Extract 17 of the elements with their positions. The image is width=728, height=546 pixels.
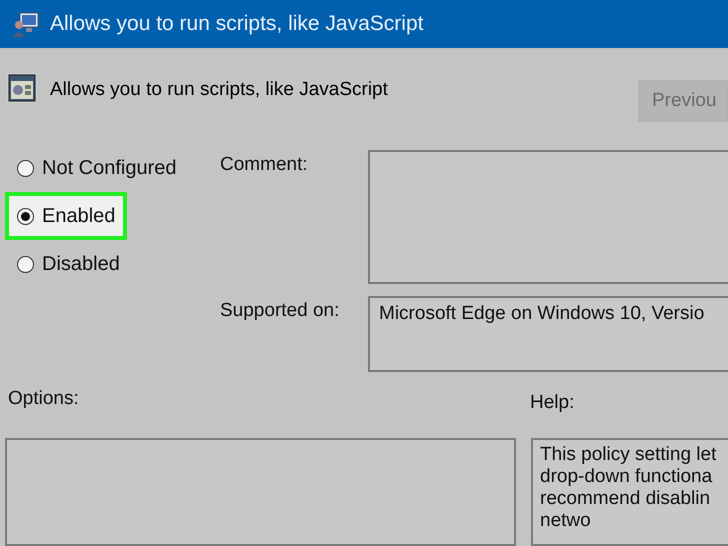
help-label: Help: xyxy=(530,391,574,414)
radio-option[interactable]: Not Configured xyxy=(5,144,189,192)
policy-title: Allows you to run scripts, like JavaScript xyxy=(50,79,389,101)
supported-on-label: Supported on: xyxy=(220,299,340,322)
comment-field[interactable] xyxy=(368,150,728,284)
comment-label: Comment: xyxy=(220,153,309,176)
computer-user-icon xyxy=(12,11,40,37)
supported-on-field: Microsoft Edge on Windows 10, Versio xyxy=(368,296,728,372)
radio-button-icon[interactable] xyxy=(17,256,34,272)
options-label: Options: xyxy=(8,387,79,409)
radio-button-icon[interactable] xyxy=(17,160,34,176)
help-text: This policy setting let drop-down functiona recommend disablin netwo xyxy=(540,444,718,532)
policy-settings-icon xyxy=(8,74,36,102)
highlighted-radio-option[interactable]: Enabled xyxy=(5,192,128,240)
radio-option[interactable]: Disabled xyxy=(5,240,132,288)
window-title: Allows you to run scripts, like JavaScript xyxy=(50,12,424,36)
radio-button-icon[interactable] xyxy=(17,208,34,224)
